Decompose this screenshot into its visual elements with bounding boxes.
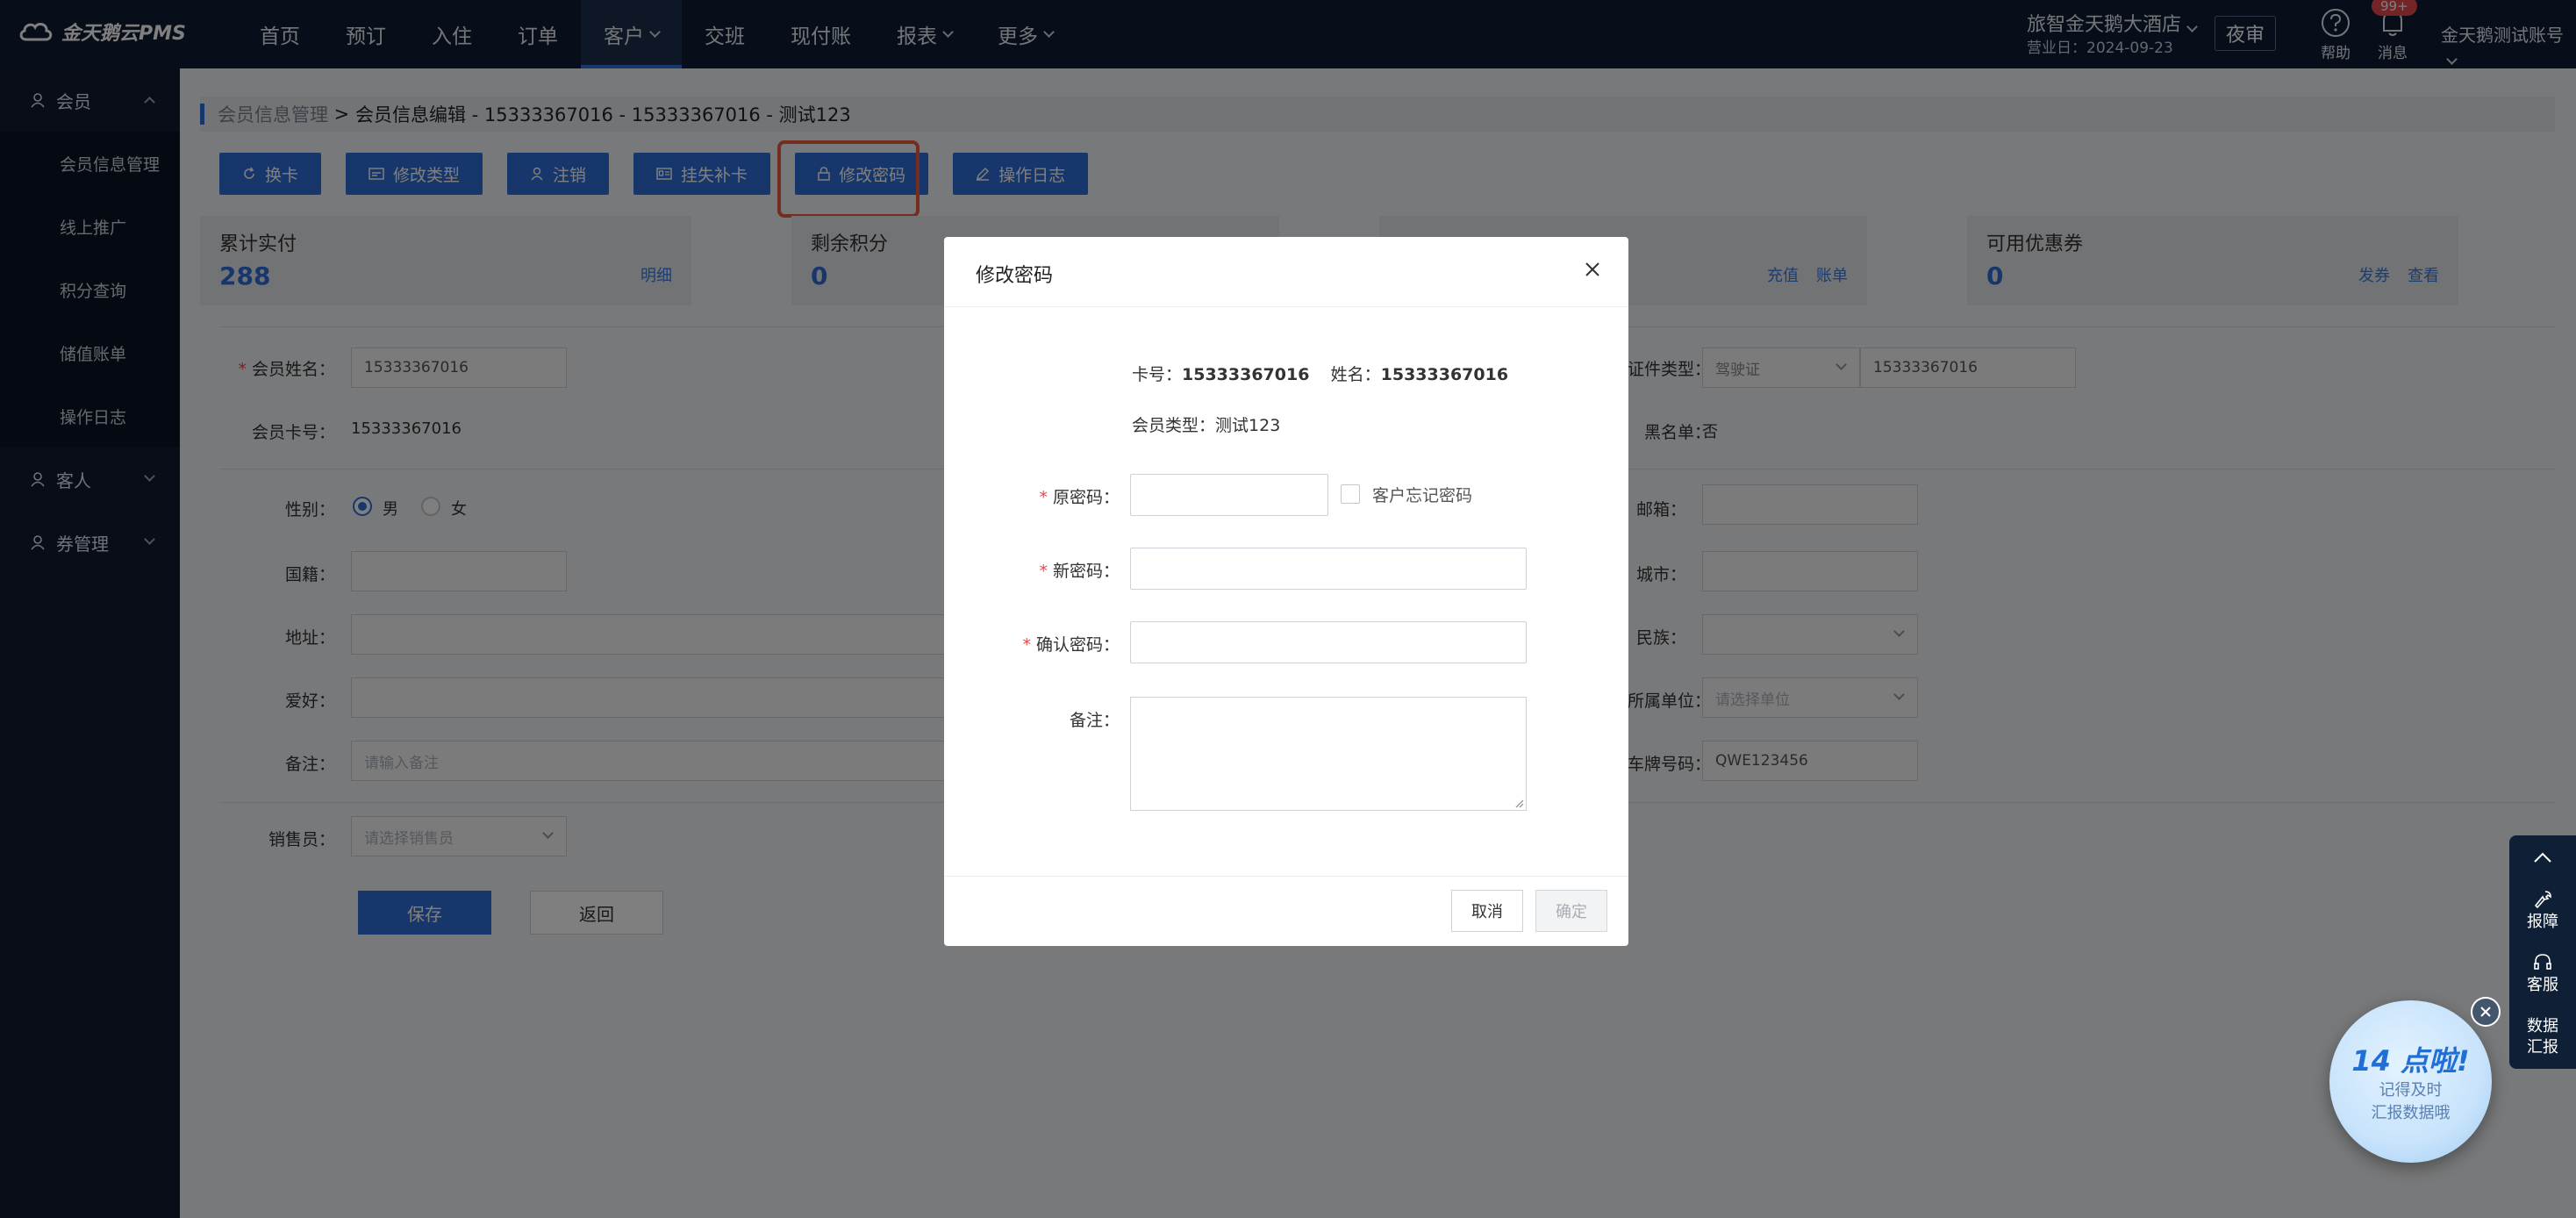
scroll-top-button[interactable] [2509,835,2576,879]
card-number: 15333367016 [1182,365,1310,384]
close-icon [2480,1007,2491,1017]
confirm-button[interactable]: 确定 [1535,890,1607,932]
new-password-label: * 新密码： [1039,562,1120,581]
old-password-label: * 原密码： [1039,488,1120,507]
change-password-dialog: 修改密码 卡号：15333367016 姓名：15333367016 会员类型：… [944,237,1628,946]
old-password-input[interactable] [1130,474,1328,516]
resize-handle-icon[interactable] [1513,798,1524,808]
remark-label: 备注： [1069,711,1120,730]
reminder-title: 14 点啦! [2351,1044,2470,1078]
member-name: 15333367016 [1380,365,1509,384]
forgot-password-label[interactable]: 客户忘记密码 [1372,483,1472,506]
chevron-up-icon [2534,852,2551,863]
customer-service-button[interactable]: 客服 [2509,942,2576,1006]
dialog-header: 修改密码 [944,237,1628,307]
confirm-password-input[interactable] [1130,621,1527,663]
data-report-button[interactable]: 数据 汇报 [2509,1006,2576,1069]
confirm-password-label: * 确认密码： [1022,635,1120,655]
reminder-text: 记得及时 汇报数据哦 [2371,1081,2451,1122]
member-type: 测试123 [1215,416,1281,435]
headset-icon [2534,954,2551,970]
new-password-input[interactable] [1130,548,1527,590]
dialog-title: 修改密码 [976,265,1054,287]
reminder-close-button[interactable] [2471,997,2501,1027]
floating-service-panel: 报障 客服 数据 汇报 [2509,835,2576,1069]
close-button[interactable] [1579,256,1606,283]
member-summary: 卡号：15333367016 姓名：15333367016 会员类型：测试123 [1132,365,1509,435]
remark-textarea[interactable] [1130,697,1527,811]
cancel-button[interactable]: 取消 [1451,890,1523,932]
report-issue-button[interactable]: 报障 [2509,879,2576,942]
forgot-password-checkbox[interactable] [1341,484,1360,504]
reminder-bubble[interactable]: 14 点啦! 记得及时 汇报数据哦 [2329,1000,2492,1163]
wrench-icon [2534,891,2551,909]
close-icon [1585,262,1599,276]
dialog-footer-divider [944,876,1628,877]
